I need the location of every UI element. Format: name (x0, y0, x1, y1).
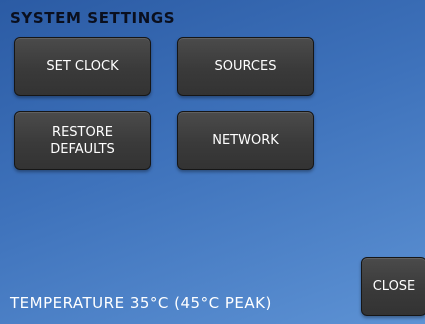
set-clock-button-label: SET CLOCK (46, 59, 119, 74)
restore-defaults-label: RESTORE DEFAULTS (50, 124, 115, 158)
network-button[interactable]: NETWORK (177, 111, 314, 170)
restore-defaults-button[interactable]: RESTORE DEFAULTS (14, 111, 151, 170)
page-title: SYSTEM SETTINGS (10, 9, 176, 27)
sources-button[interactable]: SOURCES (177, 37, 314, 96)
sources-button-label: SOURCES (214, 59, 277, 74)
system-settings-screen: SYSTEM SETTINGS SET CLOCK SOURCES RESTOR… (0, 0, 425, 324)
restore-defaults-label-line1: RESTORE (52, 124, 113, 140)
restore-defaults-label-line2: DEFAULTS (50, 141, 115, 157)
close-button-label: CLOSE (372, 279, 416, 294)
network-button-label: NETWORK (212, 133, 279, 148)
temperature-status: TEMPERATURE 35°C (45°C PEAK) (10, 294, 272, 312)
close-button[interactable]: CLOSE (361, 257, 425, 316)
set-clock-button[interactable]: SET CLOCK (14, 37, 151, 96)
